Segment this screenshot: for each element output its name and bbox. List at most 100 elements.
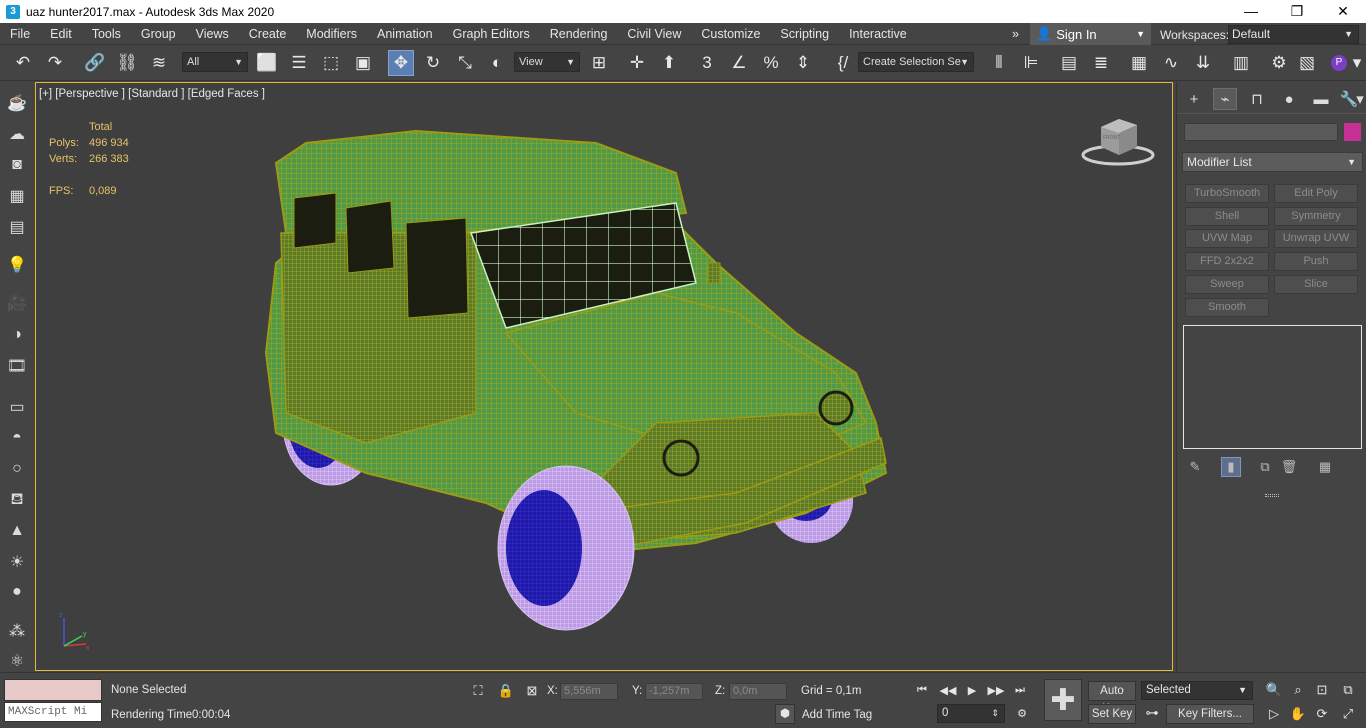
named-selection-set-select[interactable]: Create Selection Se ▼	[858, 52, 974, 72]
material-editor-icon[interactable]: ▥	[1228, 50, 1254, 76]
teapot-primitive-icon[interactable]: ⛾	[4, 488, 30, 512]
viewcube[interactable]: FRONT	[1081, 117, 1156, 167]
isolate-selection-icon[interactable]: ⛶	[468, 681, 488, 701]
molecule-icon[interactable]: ⚛	[4, 649, 30, 673]
sun-light-icon[interactable]: ☀	[4, 550, 30, 574]
absolute-transform-icon[interactable]: ⊠	[522, 681, 542, 701]
zoom-extents-icon[interactable]: ⊡	[1312, 680, 1332, 700]
set-key-large-icon[interactable]: ✚	[1044, 679, 1082, 721]
display-tab-icon[interactable]: ▬	[1309, 88, 1333, 110]
maxscript-mini-listener[interactable]: MAXScript Mi	[4, 702, 102, 722]
restore-button[interactable]: ❐	[1274, 0, 1320, 23]
edit-poly-button[interactable]: Edit Poly	[1274, 184, 1358, 203]
add-time-tag-button[interactable]: Add Time Tag	[802, 709, 872, 721]
unlink-icon[interactable]: ⛓	[114, 50, 140, 76]
hierarchy-tab-icon[interactable]: ⊓	[1245, 88, 1269, 110]
particles-icon[interactable]: ⁂	[4, 619, 30, 643]
object-color-swatch[interactable]	[1344, 123, 1361, 141]
layer-explorer-icon[interactable]: ≣	[1088, 50, 1114, 76]
selection-filter-select[interactable]: All ▼	[182, 52, 248, 72]
turbosmooth-button[interactable]: TurboSmooth	[1185, 184, 1269, 203]
angle-snap-icon[interactable]: ∠	[726, 50, 752, 76]
panel-more-icon[interactable]: ▾	[1353, 88, 1366, 110]
light-bulb-icon[interactable]: 💡	[4, 253, 30, 277]
configure-modifier-sets-icon[interactable]: ▦	[1315, 457, 1335, 477]
calculator-icon[interactable]: ▦	[4, 184, 30, 208]
slice-button[interactable]: Slice	[1274, 275, 1358, 294]
maxscript-listener-field[interactable]	[4, 679, 102, 701]
menu-file[interactable]: File	[0, 23, 40, 45]
symmetry-button[interactable]: Symmetry	[1274, 207, 1358, 226]
go-to-end-icon[interactable]: ⏭	[1010, 681, 1030, 699]
cloud-icon[interactable]: ☁	[4, 122, 30, 146]
orbit-icon[interactable]: ⟳	[1312, 704, 1332, 724]
rollout-grip-icon[interactable]	[1265, 494, 1279, 497]
ffd-2x2x2-button[interactable]: FFD 2x2x2	[1185, 252, 1269, 271]
grid-panel-icon[interactable]: ▤	[4, 215, 30, 239]
percent-snap-icon[interactable]: %	[758, 50, 784, 76]
cone-primitive-icon[interactable]: ▲	[4, 519, 30, 543]
rendered-frame-window-icon[interactable]: ▧	[1294, 50, 1320, 76]
select-and-move-icon[interactable]: ✥	[388, 50, 414, 76]
current-frame-spinner[interactable]: 0 ⇕	[937, 704, 1005, 723]
toggle-ribbon-icon[interactable]: ▦	[1126, 50, 1152, 76]
maximize-viewport-icon[interactable]: ⤢	[1338, 704, 1358, 724]
x-coordinate-field[interactable]: 5,556m	[560, 683, 618, 700]
manipulate-icon[interactable]: ✛	[624, 50, 650, 76]
redo-icon[interactable]: ↷	[42, 50, 68, 76]
menu-rendering[interactable]: Rendering	[540, 23, 618, 45]
render-production-icon[interactable]: P	[1326, 50, 1352, 76]
modifier-stack-list[interactable]	[1183, 325, 1362, 449]
shell-button[interactable]: Shell	[1185, 207, 1269, 226]
render-window-icon[interactable]: ◙	[4, 153, 30, 177]
menu-modifiers[interactable]: Modifiers	[296, 23, 367, 45]
spinner-snap-icon[interactable]: ⇕	[790, 50, 816, 76]
undo-icon[interactable]: ↶	[10, 50, 36, 76]
rectangular-selection-icon[interactable]: ⬚	[318, 50, 344, 76]
minimize-button[interactable]: —	[1228, 0, 1274, 23]
smooth-button[interactable]: Smooth	[1185, 298, 1269, 317]
select-by-name-icon[interactable]: ☰	[286, 50, 312, 76]
key-filters-button[interactable]: Key Filters...	[1166, 704, 1254, 724]
snaps-toggle-icon[interactable]: 3	[694, 50, 720, 76]
film-icon[interactable]: 🎞	[4, 354, 30, 378]
z-coordinate-field[interactable]: 0,0m	[729, 683, 787, 700]
next-frame-icon[interactable]: ▶▶	[986, 681, 1006, 699]
link-icon[interactable]: 🔗	[82, 50, 108, 76]
select-and-scale-icon[interactable]: ⤡	[452, 50, 478, 76]
time-tag-icon[interactable]: ⬢	[775, 704, 795, 724]
schematic-view-icon[interactable]: ⇊	[1190, 50, 1216, 76]
key-mode-select[interactable]: Selected ▼	[1141, 681, 1253, 700]
sign-in-button[interactable]: 👤 Sign In ▼	[1030, 23, 1151, 45]
curve-editor-icon[interactable]: ∿	[1158, 50, 1184, 76]
menu-interactive[interactable]: Interactive	[839, 23, 917, 45]
modifier-list-dropdown[interactable]: Modifier List ▼	[1182, 152, 1363, 172]
render-setup-icon[interactable]: ⚙	[1266, 50, 1292, 76]
show-end-result-icon[interactable]: ▮	[1221, 457, 1241, 477]
sound-icon[interactable]: ◑	[4, 323, 30, 347]
make-unique-icon[interactable]: ⧉	[1255, 457, 1275, 477]
create-tab-icon[interactable]: +	[1182, 88, 1206, 110]
menu-customize[interactable]: Customize	[691, 23, 770, 45]
scene-explorer-icon[interactable]: ▤	[1056, 50, 1082, 76]
previous-frame-icon[interactable]: ◀◀	[938, 681, 958, 699]
pivot-center-icon[interactable]: ⊞	[586, 50, 612, 76]
camera-icon[interactable]: 🎥	[4, 291, 30, 315]
sphere-material-icon[interactable]: ●	[4, 580, 30, 604]
sweep-button[interactable]: Sweep	[1185, 275, 1269, 294]
time-configuration-icon[interactable]: ⚙	[1012, 704, 1032, 722]
select-object-icon[interactable]: ⬜	[254, 50, 280, 76]
auto-key-button[interactable]: Auto Key	[1088, 681, 1136, 715]
menu-create[interactable]: Create	[239, 23, 297, 45]
menu-animation[interactable]: Animation	[367, 23, 443, 45]
go-to-start-icon[interactable]: ⏮	[912, 681, 932, 699]
mirror-icon[interactable]: ⫴	[986, 50, 1012, 76]
place-icon[interactable]: ◐	[484, 50, 510, 76]
select-and-rotate-icon[interactable]: ↻	[420, 50, 446, 76]
menu-civil-view[interactable]: Civil View	[617, 23, 691, 45]
object-name-field[interactable]	[1184, 123, 1338, 141]
menu-tools[interactable]: Tools	[82, 23, 131, 45]
bind-space-warp-icon[interactable]: ≋	[146, 50, 172, 76]
menu-scripting[interactable]: Scripting	[770, 23, 839, 45]
workspace-select[interactable]: Default ▼	[1228, 25, 1359, 44]
